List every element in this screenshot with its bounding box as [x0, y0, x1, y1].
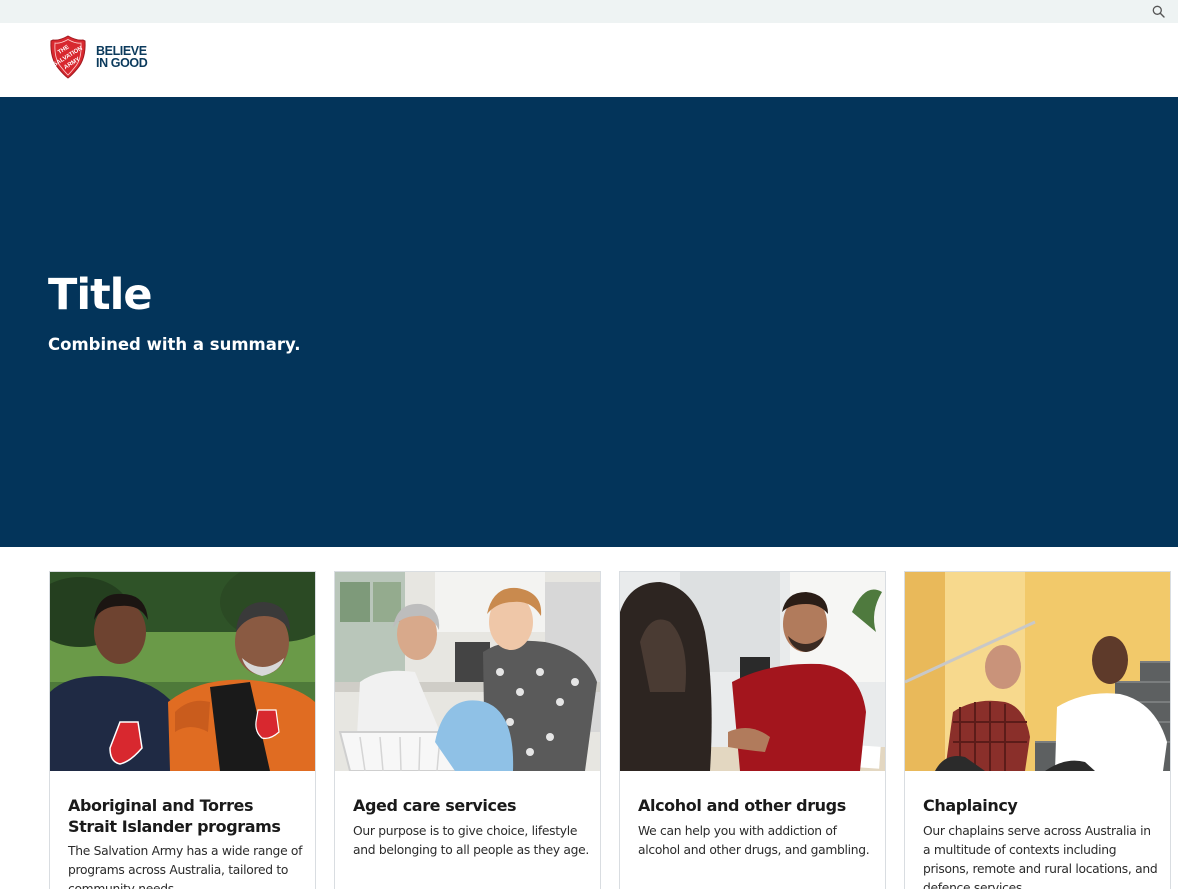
- tagline-line-2: IN GOOD: [96, 56, 148, 70]
- card-image-counselling-session: [620, 572, 885, 771]
- card-title[interactable]: Aboriginal and Torres Strait Islander pr…: [68, 795, 303, 837]
- hero-banner: Title Combined with a summary.: [0, 97, 1178, 547]
- salvation-army-logo[interactable]: THE SALVATION ARMY BELIEVE IN GOOD: [49, 35, 148, 79]
- utility-bar: [0, 0, 1178, 23]
- card-image-two-men-outdoors: [50, 572, 315, 771]
- search-icon[interactable]: [1152, 5, 1165, 18]
- card-title[interactable]: Aged care services: [353, 795, 588, 816]
- card-chaplaincy[interactable]: Chaplaincy Our chaplains serve across Au…: [904, 571, 1171, 889]
- card-description: Our chaplains serve across Australia in …: [923, 824, 1158, 889]
- card-description: The Salvation Army has a wide range of p…: [68, 844, 303, 889]
- card-image-aged-care-laundry: [335, 572, 600, 771]
- card-alcohol-drugs[interactable]: Alcohol and other drugs We can help you …: [619, 571, 886, 889]
- card-title[interactable]: Chaplaincy: [923, 795, 1158, 816]
- card-title[interactable]: Alcohol and other drugs: [638, 795, 873, 816]
- service-cards: Aboriginal and Torres Strait Islander pr…: [49, 571, 1171, 889]
- card-description: We can help you with addiction of alcoho…: [638, 824, 870, 857]
- card-description: Our purpose is to give choice, lifestyle…: [353, 824, 590, 857]
- salvation-army-shield-icon: THE SALVATION ARMY: [50, 35, 86, 79]
- search-button[interactable]: [1150, 3, 1166, 19]
- hero-summary: Combined with a summary.: [48, 335, 301, 354]
- hero-title: Title: [48, 270, 153, 320]
- card-image-chaplains-on-stairs: [905, 572, 1170, 771]
- tagline: BELIEVE IN GOOD: [96, 45, 148, 70]
- site-header: THE SALVATION ARMY BELIEVE IN GOOD: [0, 23, 1178, 97]
- card-aboriginal-programs[interactable]: Aboriginal and Torres Strait Islander pr…: [49, 571, 316, 889]
- card-aged-care[interactable]: Aged care services Our purpose is to giv…: [334, 571, 601, 889]
